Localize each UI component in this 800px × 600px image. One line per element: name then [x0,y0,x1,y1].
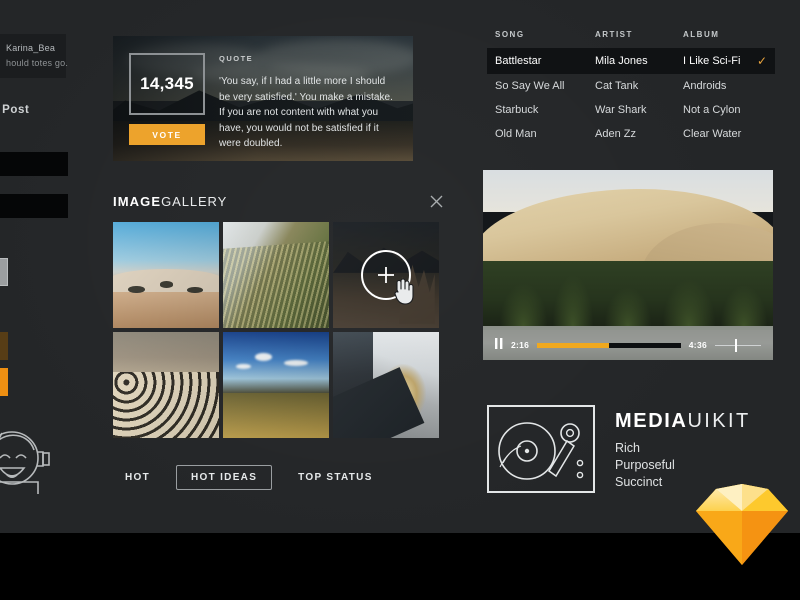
breadcrumb[interactable]: rum›Post [0,102,29,116]
tab-top-status[interactable]: TOP STATUS [286,465,385,490]
column-header-album: ALBUM [683,30,749,39]
cell-artist: Aden Zz [595,128,683,140]
comment-author: Karina_Bea [6,43,55,53]
gallery-title-light: GALLERY [161,194,227,209]
brand-name-thin: UIKIT [687,410,750,432]
pause-icon[interactable] [495,336,503,354]
table-row[interactable]: So Say We All Cat Tank Androids [487,74,775,98]
list-item[interactable] [223,222,329,328]
app-canvas: Karina_Bea hould totes go. rum›Post [0,0,800,600]
tagline-2: Purposeful [615,457,751,474]
table-row[interactable]: Starbuck War Shark Not a Cylon [487,98,775,122]
comment-card[interactable]: Karina_Bea hould totes go. [0,34,66,78]
face-with-headphones-icon [0,424,56,499]
gallery-title: IMAGEGALLERY [113,194,227,209]
filter-tabs: HOT HOT IDEAS TOP STATUS [113,465,385,490]
video-player[interactable]: 2:16 4:36 [483,170,773,360]
breadcrumb-current: Post [2,104,29,116]
vote-button[interactable]: VOTE [129,124,205,145]
cell-artist: War Shark [595,104,683,116]
list-item[interactable] [113,222,219,328]
cell-album: Not a Cylon [683,104,749,116]
list-item[interactable] [223,332,329,438]
close-icon[interactable] [427,192,445,210]
list-item[interactable] [0,152,68,176]
gallery-title-bold: IMAGE [113,194,161,209]
tagline-1: Rich [615,440,751,457]
color-swatch-brown[interactable] [0,332,8,360]
list-item[interactable] [0,194,68,218]
color-swatch-orange[interactable] [0,368,8,396]
cell-album: I Like Sci-Fi [683,55,749,67]
turntable-icon [487,405,595,498]
cell-song: Battlestar [495,55,595,67]
progress-bar[interactable] [537,343,681,348]
sketch-diamond-icon [694,481,790,572]
comment-text: hould totes go. [6,58,68,68]
gallery-grid [113,222,445,438]
list-item[interactable] [113,332,219,438]
cell-album: Androids [683,80,749,92]
quote-card: 14,345 VOTE QUOTE 'You say, if I had a l… [113,36,413,161]
cell-song: So Say We All [495,80,595,92]
image-gallery: IMAGEGALLERY [113,190,445,438]
add-image-overlay[interactable] [333,222,439,328]
cell-artist: Cat Tank [595,80,683,92]
quote-text: 'You say, if I had a little more I shoul… [219,74,397,152]
brand-name-bold: MEDIA [615,410,687,432]
current-time: 2:16 [511,340,529,350]
total-time: 4:36 [689,340,707,350]
cell-album: Clear Water [683,128,749,140]
left-cutoff-panel: Karina_Bea hould totes go. rum›Post [0,0,108,533]
tab-hot-ideas[interactable]: HOT IDEAS [176,465,272,490]
player-controls: 2:16 4:36 [483,330,773,360]
list-item[interactable] [333,332,439,438]
table-row[interactable]: Battlestar Mila Jones I Like Sci-Fi ✓ [487,48,775,74]
cell-artist: Mila Jones [595,55,683,67]
cell-song: Old Man [495,128,595,140]
hand-cursor-icon [392,277,414,310]
song-list: SONG ARTIST ALBUM Battlestar Mila Jones … [487,30,775,146]
list-item[interactable] [333,222,439,328]
brand-name: MEDIAUIKIT [615,411,751,431]
song-list-header: SONG ARTIST ALBUM [487,30,775,48]
check-icon: ✓ [749,54,767,68]
vote-count: 14,345 [129,53,205,115]
cell-song: Starbuck [495,104,595,116]
bottom-band [0,533,800,600]
tab-hot[interactable]: HOT [113,465,162,490]
column-header-song: SONG [495,30,595,39]
quote-section-label: QUOTE [219,54,397,63]
column-header-artist: ARTIST [595,30,683,39]
volume-slider[interactable] [715,343,761,348]
table-row[interactable]: Old Man Aden Zz Clear Water [487,122,775,146]
color-swatch-gray[interactable] [0,258,8,286]
